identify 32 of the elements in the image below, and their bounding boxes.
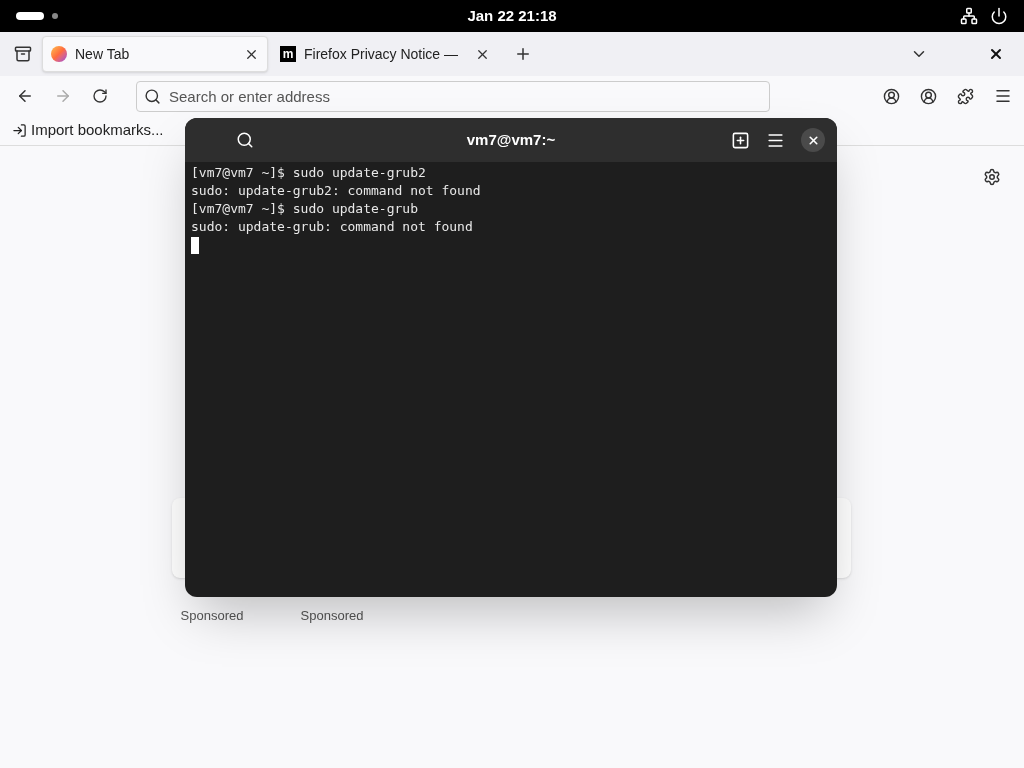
- close-icon[interactable]: [988, 46, 1004, 62]
- tab-title: New Tab: [75, 44, 131, 64]
- power-icon[interactable]: [990, 7, 1008, 25]
- extensions-icon[interactable]: [957, 87, 974, 105]
- terminal-line: [vm7@vm7 ~]$ sudo update-grub: [191, 200, 418, 218]
- settings-icon[interactable]: [983, 168, 1001, 186]
- site-icon: m: [280, 46, 296, 62]
- reload-icon[interactable]: [92, 88, 108, 104]
- browser-tab[interactable]: New Tab: [42, 36, 268, 72]
- workspace-indicator[interactable]: [52, 13, 58, 19]
- close-button[interactable]: [801, 128, 825, 152]
- terminal-line: [vm7@vm7 ~]$ sudo update-grub2: [191, 164, 426, 182]
- text-cursor: [191, 237, 199, 254]
- new-tab-icon[interactable]: [731, 130, 750, 150]
- account-icon[interactable]: [920, 87, 937, 105]
- terminal-line: sudo: update-grub: command not found: [191, 218, 473, 236]
- firefox-icon: [51, 46, 67, 62]
- browser-tab[interactable]: m Firefox Privacy Notice —: [272, 36, 498, 72]
- tab-title: Firefox Privacy Notice —: [304, 44, 460, 64]
- back-icon[interactable]: [16, 87, 34, 105]
- terminal-line: sudo: update-grub2: command not found: [191, 182, 481, 200]
- tab-list-icon[interactable]: [14, 45, 32, 63]
- bookmark-item[interactable]: Import bookmarks...: [12, 119, 164, 142]
- workspace-indicator[interactable]: [16, 12, 44, 20]
- menu-icon[interactable]: [994, 87, 1012, 105]
- import-icon: [12, 123, 27, 138]
- sponsored-label: Sponsored: [300, 607, 364, 625]
- window-title: vm7@vm7:~: [465, 129, 557, 150]
- sponsored-label: Sponsored: [180, 607, 244, 625]
- close-icon: [806, 133, 820, 147]
- network-icon[interactable]: [960, 7, 978, 25]
- address-field[interactable]: Search or enter address: [136, 80, 770, 112]
